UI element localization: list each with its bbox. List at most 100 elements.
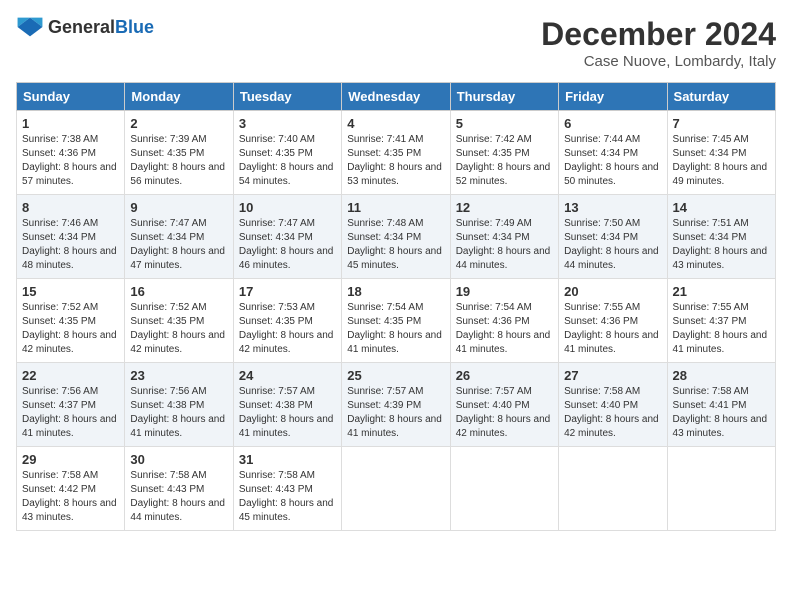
day-number: 30 [130,452,227,467]
calendar-day-6: 6 Sunrise: 7:44 AMSunset: 4:34 PMDayligh… [559,111,667,195]
calendar-day-9: 9 Sunrise: 7:47 AMSunset: 4:34 PMDayligh… [125,195,233,279]
day-detail: Sunrise: 7:54 AMSunset: 4:36 PMDaylight:… [456,301,553,357]
weekday-header-thursday: Thursday [450,83,558,111]
day-number: 1 [22,116,119,131]
day-number: 3 [239,116,336,131]
calendar-day-5: 5 Sunrise: 7:42 AMSunset: 4:35 PMDayligh… [450,111,558,195]
calendar-table: SundayMondayTuesdayWednesdayThursdayFrid… [16,82,776,531]
day-number: 20 [564,284,661,299]
day-number: 6 [564,116,661,131]
page-header: GeneralBlue December 2024 Case Nuove, Lo… [16,16,776,70]
month-title: December 2024 [541,16,776,53]
day-detail: Sunrise: 7:56 AMSunset: 4:38 PMDaylight:… [130,385,227,441]
day-number: 7 [673,116,770,131]
calendar-day-22: 22 Sunrise: 7:56 AMSunset: 4:37 PMDaylig… [17,363,125,447]
day-number: 16 [130,284,227,299]
day-detail: Sunrise: 7:52 AMSunset: 4:35 PMDaylight:… [130,301,227,357]
day-detail: Sunrise: 7:38 AMSunset: 4:36 PMDaylight:… [22,133,119,189]
calendar-day-29: 29 Sunrise: 7:58 AMSunset: 4:42 PMDaylig… [17,447,125,531]
weekday-header-wednesday: Wednesday [342,83,450,111]
calendar-day-10: 10 Sunrise: 7:47 AMSunset: 4:34 PMDaylig… [233,195,341,279]
day-detail: Sunrise: 7:52 AMSunset: 4:35 PMDaylight:… [22,301,119,357]
empty-day [667,447,775,531]
day-number: 13 [564,200,661,215]
weekday-header-friday: Friday [559,83,667,111]
calendar-day-27: 27 Sunrise: 7:58 AMSunset: 4:40 PMDaylig… [559,363,667,447]
logo: GeneralBlue [16,16,154,38]
logo-text: GeneralBlue [48,17,154,38]
day-number: 4 [347,116,444,131]
logo-general: General [48,17,115,37]
weekday-header-sunday: Sunday [17,83,125,111]
day-detail: Sunrise: 7:46 AMSunset: 4:34 PMDaylight:… [22,217,119,273]
day-number: 10 [239,200,336,215]
calendar-week-row: 8 Sunrise: 7:46 AMSunset: 4:34 PMDayligh… [17,195,776,279]
calendar-day-21: 21 Sunrise: 7:55 AMSunset: 4:37 PMDaylig… [667,279,775,363]
day-number: 21 [673,284,770,299]
day-number: 12 [456,200,553,215]
calendar-day-14: 14 Sunrise: 7:51 AMSunset: 4:34 PMDaylig… [667,195,775,279]
day-detail: Sunrise: 7:54 AMSunset: 4:35 PMDaylight:… [347,301,444,357]
day-detail: Sunrise: 7:51 AMSunset: 4:34 PMDaylight:… [673,217,770,273]
day-number: 24 [239,368,336,383]
day-detail: Sunrise: 7:58 AMSunset: 4:42 PMDaylight:… [22,469,119,525]
calendar-day-8: 8 Sunrise: 7:46 AMSunset: 4:34 PMDayligh… [17,195,125,279]
logo-icon [16,16,44,38]
day-detail: Sunrise: 7:57 AMSunset: 4:38 PMDaylight:… [239,385,336,441]
day-detail: Sunrise: 7:41 AMSunset: 4:35 PMDaylight:… [347,133,444,189]
calendar-day-2: 2 Sunrise: 7:39 AMSunset: 4:35 PMDayligh… [125,111,233,195]
day-number: 25 [347,368,444,383]
calendar-day-20: 20 Sunrise: 7:55 AMSunset: 4:36 PMDaylig… [559,279,667,363]
day-number: 28 [673,368,770,383]
day-detail: Sunrise: 7:58 AMSunset: 4:43 PMDaylight:… [239,469,336,525]
day-number: 27 [564,368,661,383]
calendar-day-18: 18 Sunrise: 7:54 AMSunset: 4:35 PMDaylig… [342,279,450,363]
day-detail: Sunrise: 7:53 AMSunset: 4:35 PMDaylight:… [239,301,336,357]
day-detail: Sunrise: 7:57 AMSunset: 4:39 PMDaylight:… [347,385,444,441]
day-detail: Sunrise: 7:49 AMSunset: 4:34 PMDaylight:… [456,217,553,273]
weekday-header-tuesday: Tuesday [233,83,341,111]
day-detail: Sunrise: 7:56 AMSunset: 4:37 PMDaylight:… [22,385,119,441]
empty-day [450,447,558,531]
calendar-week-row: 15 Sunrise: 7:52 AMSunset: 4:35 PMDaylig… [17,279,776,363]
day-number: 15 [22,284,119,299]
day-detail: Sunrise: 7:57 AMSunset: 4:40 PMDaylight:… [456,385,553,441]
calendar-day-3: 3 Sunrise: 7:40 AMSunset: 4:35 PMDayligh… [233,111,341,195]
calendar-week-row: 29 Sunrise: 7:58 AMSunset: 4:42 PMDaylig… [17,447,776,531]
calendar-day-23: 23 Sunrise: 7:56 AMSunset: 4:38 PMDaylig… [125,363,233,447]
weekday-header-monday: Monday [125,83,233,111]
weekday-header-saturday: Saturday [667,83,775,111]
calendar-day-1: 1 Sunrise: 7:38 AMSunset: 4:36 PMDayligh… [17,111,125,195]
day-detail: Sunrise: 7:48 AMSunset: 4:34 PMDaylight:… [347,217,444,273]
calendar-day-12: 12 Sunrise: 7:49 AMSunset: 4:34 PMDaylig… [450,195,558,279]
day-number: 17 [239,284,336,299]
day-number: 22 [22,368,119,383]
day-number: 5 [456,116,553,131]
calendar-day-31: 31 Sunrise: 7:58 AMSunset: 4:43 PMDaylig… [233,447,341,531]
calendar-day-30: 30 Sunrise: 7:58 AMSunset: 4:43 PMDaylig… [125,447,233,531]
calendar-day-19: 19 Sunrise: 7:54 AMSunset: 4:36 PMDaylig… [450,279,558,363]
day-number: 23 [130,368,227,383]
title-area: December 2024 Case Nuove, Lombardy, Ital… [541,16,776,70]
day-detail: Sunrise: 7:47 AMSunset: 4:34 PMDaylight:… [239,217,336,273]
day-detail: Sunrise: 7:39 AMSunset: 4:35 PMDaylight:… [130,133,227,189]
calendar-day-4: 4 Sunrise: 7:41 AMSunset: 4:35 PMDayligh… [342,111,450,195]
day-detail: Sunrise: 7:40 AMSunset: 4:35 PMDaylight:… [239,133,336,189]
day-detail: Sunrise: 7:45 AMSunset: 4:34 PMDaylight:… [673,133,770,189]
day-number: 19 [456,284,553,299]
day-number: 2 [130,116,227,131]
calendar-day-11: 11 Sunrise: 7:48 AMSunset: 4:34 PMDaylig… [342,195,450,279]
calendar-day-24: 24 Sunrise: 7:57 AMSunset: 4:38 PMDaylig… [233,363,341,447]
day-number: 18 [347,284,444,299]
calendar-week-row: 22 Sunrise: 7:56 AMSunset: 4:37 PMDaylig… [17,363,776,447]
empty-day [342,447,450,531]
day-detail: Sunrise: 7:47 AMSunset: 4:34 PMDaylight:… [130,217,227,273]
day-detail: Sunrise: 7:55 AMSunset: 4:36 PMDaylight:… [564,301,661,357]
day-number: 26 [456,368,553,383]
weekday-header-row: SundayMondayTuesdayWednesdayThursdayFrid… [17,83,776,111]
calendar-day-25: 25 Sunrise: 7:57 AMSunset: 4:39 PMDaylig… [342,363,450,447]
calendar-day-15: 15 Sunrise: 7:52 AMSunset: 4:35 PMDaylig… [17,279,125,363]
day-detail: Sunrise: 7:58 AMSunset: 4:43 PMDaylight:… [130,469,227,525]
day-number: 11 [347,200,444,215]
calendar-day-26: 26 Sunrise: 7:57 AMSunset: 4:40 PMDaylig… [450,363,558,447]
